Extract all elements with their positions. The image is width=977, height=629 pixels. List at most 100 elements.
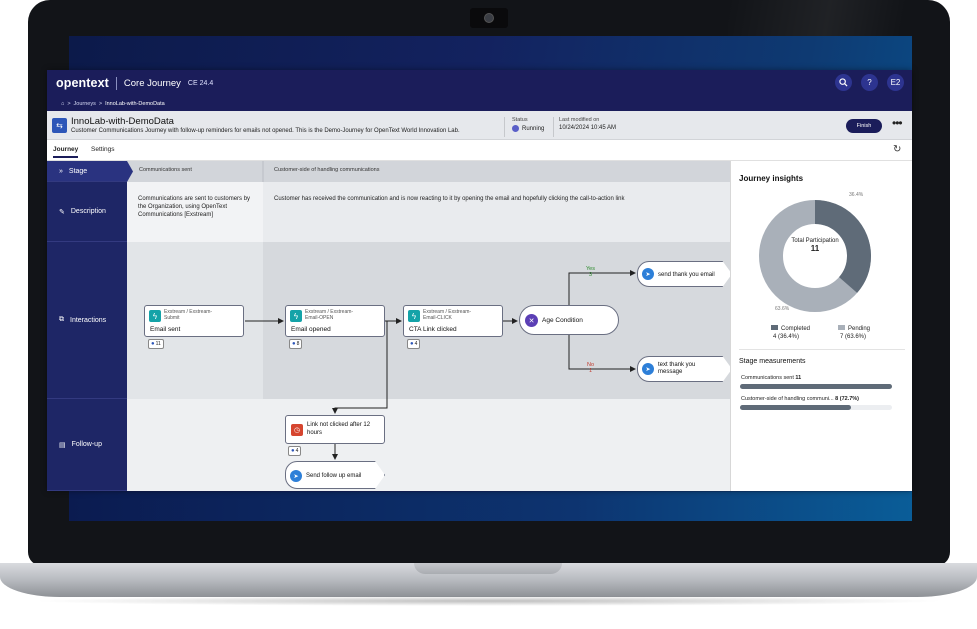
product-version: CE 24.4 (187, 79, 214, 87)
action-send-follow-up-email[interactable]: ➤ Send follow up email (285, 461, 385, 489)
branch-no-count: 1 (588, 368, 593, 374)
stage-header-bar: Communications sent Customer-side of han… (127, 161, 730, 182)
send-icon: ➤ (642, 268, 654, 280)
stage-name-2[interactable]: Customer-side of handling communications (274, 167, 379, 173)
participation-donut-chart (759, 200, 871, 312)
stage-bar-value: 11 (795, 375, 802, 381)
action-send-thank-you-email[interactable]: ➤ send thank you email (637, 261, 730, 287)
condition-label: Age Condition (542, 317, 583, 324)
followup-icon: ▤ (59, 441, 66, 449)
tab-journey[interactable]: Journey (53, 146, 79, 158)
status-value: Running (522, 125, 545, 132)
insights-divider (739, 349, 905, 350)
journey-icon: ⇆ (52, 118, 67, 133)
donut-center: Total Participation 11 (755, 237, 875, 253)
desktop-wallpaper (69, 492, 912, 521)
send-icon: ➤ (642, 363, 654, 375)
journey-title: InnoLab-with-DemoData (71, 116, 174, 127)
last-modified-block: Last modified on 10/24/2024 10:45 AM (553, 117, 616, 137)
followup-lane (127, 399, 730, 491)
branch-yes-count: 3 (588, 272, 593, 278)
count-badge: ● 11 (148, 339, 164, 349)
clock-icon: ◷ (291, 424, 303, 436)
count-value: 4 (295, 448, 299, 454)
laptop-photo: opentext Core Journey CE 24.4 ? E2 ⌂ > J… (0, 0, 977, 629)
insights-title: Journey insights (739, 174, 804, 183)
breadcrumb-journeys[interactable]: Journeys (74, 101, 96, 107)
expand-chevron-icon[interactable]: » (59, 168, 63, 175)
brand-logo[interactable]: opentext (56, 76, 109, 90)
node-label: CTA Link clicked (409, 326, 457, 333)
webcam-icon (470, 8, 508, 28)
lightning-icon: ϟ (290, 310, 302, 322)
lid-glare (728, 0, 977, 40)
node-source: Exstream / Exstream-Submit (164, 309, 213, 321)
legend-pending: Pending 7 (63.6%) (838, 325, 870, 341)
status-label: Status (512, 117, 528, 123)
pencil-icon: ✎ (59, 208, 65, 216)
node-source: Exstream / Exstream-Email-OPEN (305, 309, 354, 321)
stage-bar-track-1 (740, 384, 892, 389)
journey-canvas[interactable]: Communications sent Customer-side of han… (47, 161, 730, 491)
condition-icon: ✕ (525, 314, 538, 327)
stage-bar-name: Communications sent (741, 375, 794, 381)
laptop-notch (414, 563, 562, 574)
count-value: 11 (155, 341, 161, 347)
action-label: Send follow up email (306, 473, 362, 479)
journey-insights-panel: Journey insights 36.4% 63.6% Total Parti… (730, 161, 912, 491)
running-icon (512, 125, 519, 132)
journey-header: ⇆ InnoLab-with-DemoData Customer Communi… (47, 111, 912, 140)
person-icon: ● (292, 341, 296, 347)
tab-bar: Journey Settings ↻ (47, 140, 912, 161)
legend-completed-label: Completed (781, 326, 811, 332)
row-label-followup: Follow-up (71, 441, 102, 448)
stage-description-1: Communications are sent to customers by … (138, 196, 251, 218)
person-icon: ● (151, 341, 155, 347)
stage-measurements-title: Stage measurements (739, 358, 806, 365)
user-avatar[interactable]: E2 (887, 74, 904, 91)
tab-settings[interactable]: Settings (91, 146, 115, 153)
more-options-icon[interactable]: ••• (892, 116, 903, 130)
action-text-thank-you-message[interactable]: ➤ text thank you message (637, 356, 730, 382)
stage-bar-fill-1 (740, 384, 892, 389)
journey-description: Customer Communications Journey with fol… (71, 128, 460, 134)
brand-separator (115, 76, 117, 90)
stage-bar-name: Customer-side of handling communi... (741, 396, 834, 402)
lightning-icon: ϟ (408, 310, 420, 322)
count-badge: ● 4 (288, 446, 302, 456)
last-modified-label: Last modified on (559, 117, 600, 123)
help-icon[interactable]: ? (861, 74, 878, 91)
send-icon: ➤ (290, 470, 302, 482)
row-header-description: ✎ Description (47, 182, 127, 242)
person-icon: ● (410, 341, 414, 347)
row-label-stage: Stage (68, 167, 88, 175)
product-name: Core Journey (123, 77, 181, 89)
breadcrumb-current: InnoLab-with-DemoData (105, 100, 165, 107)
legend-pending-value: 7 (63.6%) (840, 334, 867, 340)
stage-name-1[interactable]: Communications sent (139, 167, 192, 173)
stage-chevron-divider (262, 161, 264, 182)
branch-no: No 1 (587, 362, 594, 374)
search-icon[interactable] (835, 74, 852, 91)
finish-button[interactable]: Finish (846, 119, 882, 133)
node-wait-timer[interactable]: ◷ Link not clicked after 12 hours (285, 415, 385, 444)
refresh-icon[interactable]: ↻ (893, 144, 901, 155)
total-value: 11 (810, 244, 820, 253)
stage-bar-label-1: Communications sent 11 (741, 375, 801, 381)
wait-label: Link not clicked after 12 hours (307, 422, 371, 436)
stage-description-2: Customer has received the communication … (274, 196, 625, 202)
status-value-row: Running (512, 125, 544, 132)
count-badge: ● 8 (289, 339, 303, 349)
node-email-sent[interactable]: ϟ Exstream / Exstream-Submit Email sent (144, 305, 244, 337)
legend-completed: Completed 4 (36.4%) (771, 325, 810, 341)
node-email-opened[interactable]: ϟ Exstream / Exstream-Email-OPEN Email o… (285, 305, 385, 337)
stage-bar-label-2: Customer-side of handling communi... 8 (… (741, 396, 859, 402)
stage-bar-track-2 (740, 405, 892, 410)
count-badge: ● 4 (407, 339, 421, 349)
node-age-condition[interactable]: ✕ Age Condition (519, 305, 619, 335)
node-cta-clicked[interactable]: ϟ Exstream / Exstream-Email-CLICK CTA Li… (403, 305, 503, 337)
home-icon[interactable]: ⌂ (61, 101, 64, 107)
person-icon: ● (291, 448, 295, 454)
legend-swatch-completed (771, 325, 778, 330)
row-header-followup: ▤ Follow-up (47, 399, 127, 491)
